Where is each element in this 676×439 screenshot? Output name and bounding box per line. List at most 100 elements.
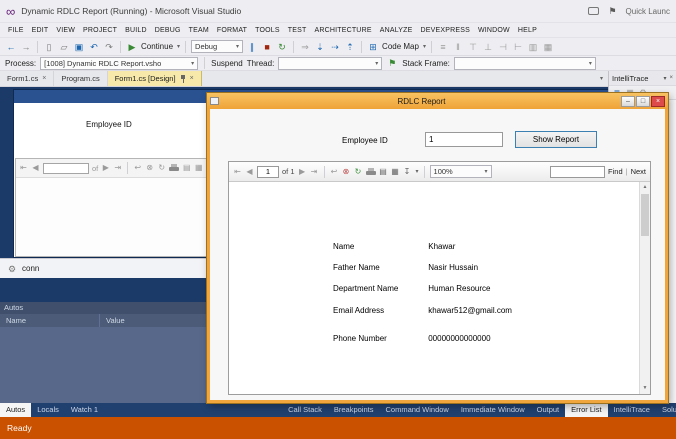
page-number-input[interactable] [257,165,279,178]
print-icon[interactable] [169,164,180,172]
code-map-button[interactable]: Code Map [382,42,419,51]
code-map-icon[interactable]: ⊞ [367,40,379,54]
continue-dropdown-icon[interactable]: ▾ [177,43,180,50]
page-setup-icon[interactable]: ▦ [194,161,203,175]
next-page-icon[interactable]: ▶ [298,165,307,179]
tab-form1-design[interactable]: Form1.cs [Design] × [107,71,202,86]
scrollbar-thumb[interactable] [641,194,649,236]
tab-solution-explorer[interactable]: Solution... [656,403,676,417]
next-page-icon[interactable]: ▶ [101,161,110,175]
tab-program-cs[interactable]: Program.cs [54,71,108,86]
align-lefts-icon[interactable]: ≡ [437,40,449,54]
menu-item-project[interactable]: PROJECT [79,23,121,38]
tab-immediate-window[interactable]: Immediate Window [455,403,531,417]
quick-launch-input[interactable]: Quick Launc [626,7,670,16]
component-conn[interactable]: conn [22,264,39,273]
page-number-input[interactable] [43,162,89,174]
flag-threads-icon[interactable]: ⚑ [386,56,398,70]
menu-item-team[interactable]: TEAM [185,23,213,38]
tab-call-stack[interactable]: Call Stack [282,403,328,417]
align-right-edge-icon[interactable]: ⊢ [512,40,524,54]
open-file-icon[interactable]: ▱ [58,40,70,54]
align-centers-icon[interactable]: ‖ [452,40,464,54]
align-bottoms-icon[interactable]: ⊥ [482,40,494,54]
page-setup-icon[interactable]: ▦ [391,165,400,179]
refresh-icon[interactable]: ↻ [354,165,363,179]
column-header-name[interactable]: Name [0,314,100,327]
step-out-icon[interactable]: ⇡ [344,40,356,54]
stack-frame-combo[interactable]: ▾ [453,56,596,70]
previous-page-icon[interactable]: ◀ [31,161,40,175]
back-to-parent-icon[interactable]: ↩ [133,161,142,175]
print-layout-icon[interactable]: ▤ [182,161,191,175]
close-button[interactable]: × [651,95,665,107]
pin-icon[interactable] [180,74,186,83]
menu-item-test[interactable]: TEST [284,23,311,38]
menu-item-analyze[interactable]: ANALYZE [376,23,417,38]
step-into-icon[interactable]: ⇣ [314,40,326,54]
thread-combo[interactable]: ▾ [278,56,383,70]
find-input[interactable] [550,165,606,178]
tab-output[interactable]: Output [531,403,566,417]
tab-autos[interactable]: Autos [0,403,32,417]
previous-page-icon[interactable]: ◀ [245,165,254,179]
menu-item-view[interactable]: VIEW [52,23,79,38]
export-icon[interactable]: ↧ [403,165,412,179]
menu-item-build[interactable]: BUILD [121,23,151,38]
restart-icon[interactable]: ↻ [276,40,288,54]
menu-item-window[interactable]: WINDOW [474,23,514,38]
employee-id-input[interactable] [425,132,503,147]
stop-debugging-icon[interactable]: ■ [261,40,273,54]
last-page-icon[interactable]: ⇥ [310,165,319,179]
menu-item-tools[interactable]: TOOLS [251,23,284,38]
menu-item-devexpress[interactable]: DEVEXPRESS [416,23,473,38]
first-page-icon[interactable]: ⇤ [19,161,28,175]
menu-item-file[interactable]: FILE [4,23,28,38]
show-report-button[interactable]: Show Report [515,131,597,148]
tab-watch-1[interactable]: Watch 1 [65,403,104,417]
back-to-parent-icon[interactable]: ↩ [330,165,339,179]
tab-locals[interactable]: Locals [31,403,65,417]
undo-icon[interactable]: ↶ [88,40,100,54]
debug-target-combo[interactable]: Debug ▾ [191,40,244,53]
find-link[interactable]: Find [608,167,623,176]
make-same-width-icon[interactable]: ▥ [527,40,539,54]
continue-play-icon[interactable]: ▶ [126,40,138,54]
navigate-back-icon[interactable]: ← [5,40,17,54]
last-page-icon[interactable]: ⇥ [113,161,122,175]
suspend-button[interactable]: Suspend [211,59,243,68]
next-link[interactable]: Next [631,167,646,176]
break-all-icon[interactable]: ∥ [246,40,258,54]
new-file-icon[interactable]: ▯ [43,40,55,54]
tab-overflow-icon[interactable]: ▾ [600,75,608,82]
tab-command-window[interactable]: Command Window [379,403,454,417]
process-combo[interactable]: [1008] Dynamic RDLC Report.vsho ▾ [40,56,199,70]
minimize-button[interactable]: – [621,95,635,107]
rdlc-titlebar[interactable]: RDLC Report – □ × [207,93,668,109]
export-dropdown-icon[interactable]: ▾ [416,168,419,175]
panel-close-icon[interactable]: × [669,75,673,81]
menu-item-architecture[interactable]: ARCHITECTURE [310,23,375,38]
align-tops-icon[interactable]: ⊤ [467,40,479,54]
scroll-up-icon[interactable]: ▲ [640,182,650,193]
close-icon[interactable]: × [190,75,194,82]
menu-item-debug[interactable]: DEBUG [151,23,185,38]
menu-item-help[interactable]: HELP [514,23,541,38]
navigate-forward-icon[interactable]: → [20,40,32,54]
continue-button[interactable]: Continue [141,42,173,51]
stop-rendering-icon[interactable]: ⊗ [145,161,154,175]
feedback-icon[interactable] [588,7,600,15]
column-header-value[interactable]: Value [100,316,125,325]
align-left-edge-icon[interactable]: ⊣ [497,40,509,54]
tab-breakpoints[interactable]: Breakpoints [328,403,380,417]
print-icon[interactable] [365,167,376,176]
stop-rendering-icon[interactable]: ⊗ [342,165,351,179]
vertical-scrollbar[interactable]: ▲ ▼ [639,182,650,394]
tab-form1-cs[interactable]: Form1.cs × [0,71,55,86]
scroll-down-icon[interactable]: ▼ [640,383,650,394]
menu-item-format[interactable]: FORMAT [213,23,251,38]
step-over-icon[interactable]: ⇢ [329,40,341,54]
zoom-combo[interactable]: 100% ▾ [429,165,492,178]
show-next-statement-icon[interactable]: ⇒ [299,40,311,54]
menu-item-edit[interactable]: EDIT [28,23,53,38]
